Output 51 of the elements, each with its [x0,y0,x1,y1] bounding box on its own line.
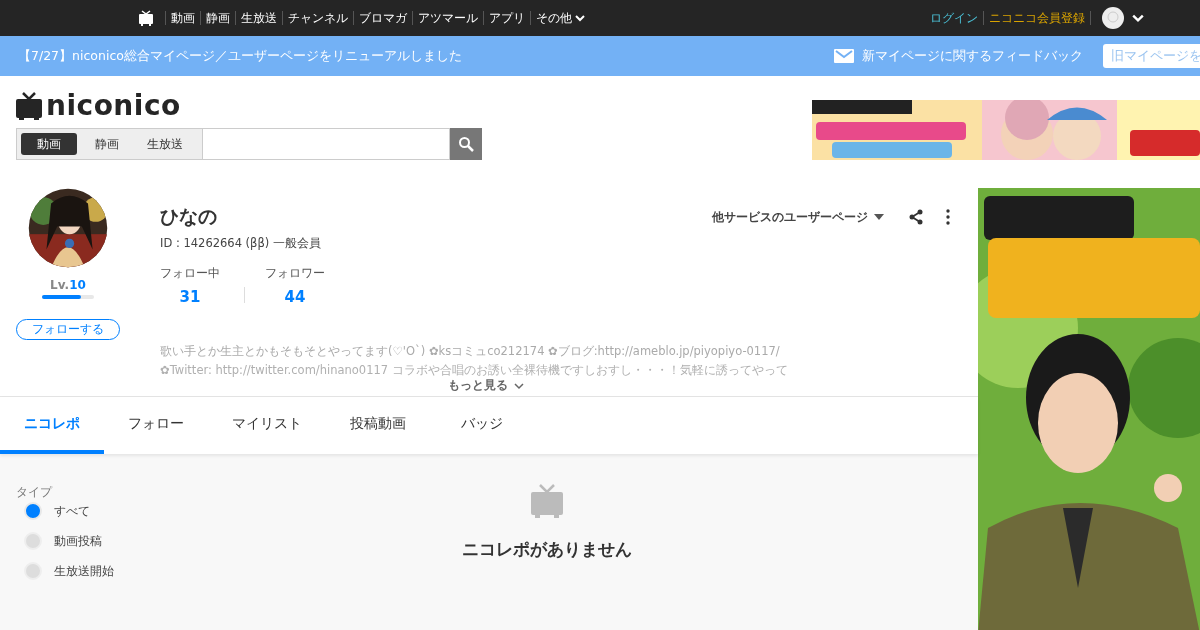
search-tab[interactable]: 静画 [79,133,135,155]
logo-text[interactable]: niconico [46,92,181,120]
stat-count[interactable]: 31 [160,288,220,306]
search-tab[interactable]: 生放送 [137,133,193,155]
chevron-down-icon [575,13,585,23]
caret-down-icon [874,214,884,220]
radio-button[interactable] [24,562,42,580]
radio-button[interactable] [24,502,42,520]
description-text: 歌い手とか生主とかもそもそとやってます(♡'O`) ✿ksコミュco212174 ✿ブログ:http://ameblo.jp/piyopiyo-0117/ [160,343,781,360]
radio-label[interactable]: 生放送開始 [54,562,114,580]
nav-link[interactable]: 生放送 [241,9,277,27]
follow-button[interactable]: フォローする [16,319,120,340]
radio-label[interactable]: すべて [54,502,90,520]
search-button[interactable] [450,128,482,160]
nav-link[interactable]: 静画 [206,9,230,27]
nav-link[interactable]: 動画 [171,9,195,27]
radio-button[interactable] [24,532,42,550]
mail-icon [834,49,854,63]
stat-count[interactable]: 44 [265,288,325,306]
chevron-down-icon[interactable] [1132,12,1144,24]
stat-label: フォロワー [265,265,325,282]
user-id: ID : 14262664 (ββ) 一般会員 [160,236,322,251]
login-link[interactable]: ログイン [930,9,978,27]
description-text: ✿Twitter: http://twitter.com/hinano0117 コラボや合唱のお誘い全裸待機ですしおすし・・・！気軽に誘ってやって [160,362,789,379]
profile-tab[interactable]: 投稿動画 [326,397,430,454]
other-services-dropdown[interactable]: 他サービスのユーザーページ [712,208,884,226]
nav-link[interactable]: アプリ [489,9,525,27]
level-label: Lv.10 [50,278,86,292]
tv-icon [531,484,563,518]
empty-message: ニコレポがありません [462,538,632,561]
nav-link[interactable]: ブロマガ [359,9,407,27]
nav-link[interactable]: その他 [536,9,585,27]
radio-label[interactable]: 動画投稿 [54,532,102,550]
stat-label: フォロー中 [160,265,220,282]
profile-tab[interactable]: フォロー [104,397,208,454]
more-options-icon[interactable] [946,209,950,225]
profile-tab[interactable]: バッジ [430,397,534,454]
filter-title: タイプ [16,484,54,501]
avatar-icon[interactable] [1102,7,1124,29]
share-icon[interactable] [908,209,924,225]
nav-link[interactable]: チャンネル [288,9,348,27]
search-icon [458,136,474,152]
nav-link[interactable]: アツマール [418,9,478,27]
logo-tv-icon [16,92,42,120]
search-field[interactable] [202,128,450,160]
profile-tab[interactable]: マイリスト [208,397,326,454]
register-link[interactable]: ニコニコ会員登録 [989,9,1085,27]
search-tab[interactable]: 動画 [21,133,77,155]
chevron-down-icon [514,380,524,391]
user-name: ひなの [160,204,217,229]
tv-icon[interactable] [138,10,154,26]
